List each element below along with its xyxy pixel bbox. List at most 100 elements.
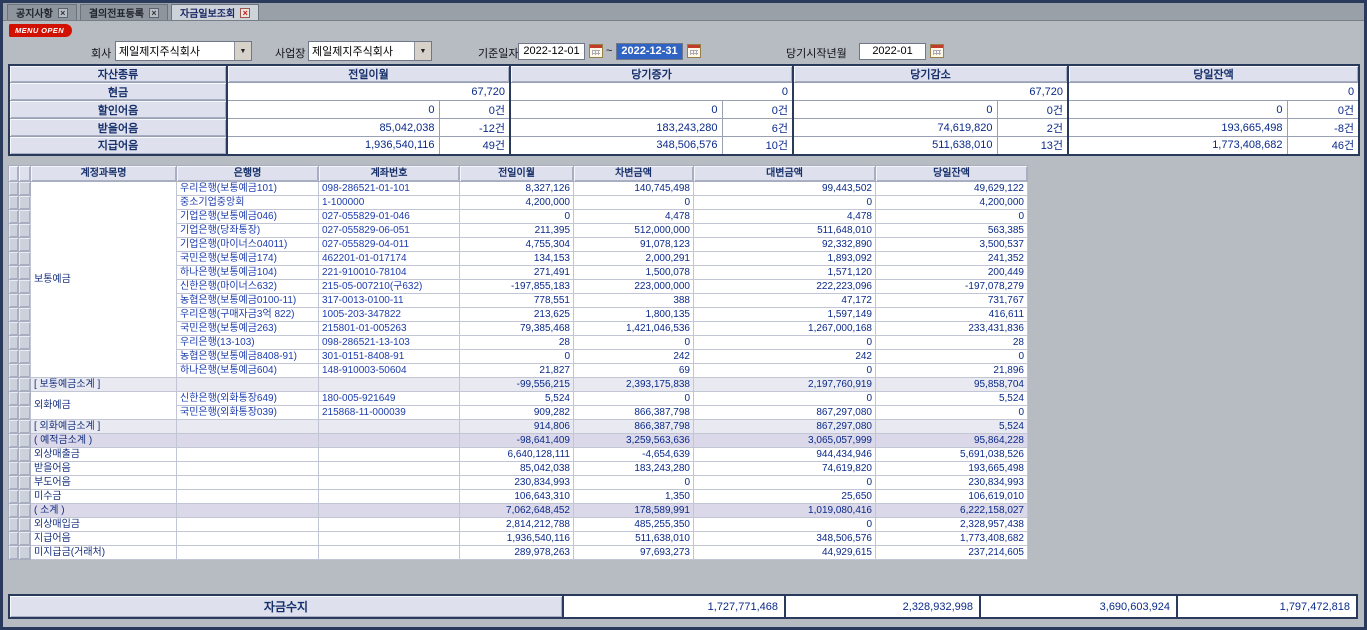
tab-close-icon[interactable]: × bbox=[240, 8, 250, 18]
row-indicator[interactable] bbox=[9, 196, 19, 210]
tab-close-icon[interactable]: × bbox=[149, 8, 159, 18]
row-indicator[interactable] bbox=[9, 350, 19, 364]
row-indicator[interactable] bbox=[19, 280, 31, 294]
amount-cell: 1,597,149 bbox=[694, 308, 876, 322]
row-indicator[interactable] bbox=[9, 392, 19, 406]
amount-cell: 134,153 bbox=[460, 252, 574, 266]
row-indicator[interactable] bbox=[19, 448, 31, 462]
row-indicator[interactable] bbox=[19, 336, 31, 350]
tab-fund-daily-report[interactable]: 자금일보조회× bbox=[171, 4, 259, 20]
row-indicator[interactable] bbox=[9, 420, 19, 434]
bank-name-cell bbox=[177, 448, 319, 462]
detail-row: [ 보통예금소계 ]-99,556,2152,393,175,8382,197,… bbox=[9, 378, 1028, 392]
row-indicator[interactable] bbox=[9, 406, 19, 420]
site-label: 사업장 bbox=[275, 45, 305, 61]
amount-cell: 3,259,563,636 bbox=[574, 434, 694, 448]
bank-name-cell: 하나은행(보통예금104) bbox=[177, 266, 319, 280]
column-header: 차변금액 bbox=[574, 166, 694, 182]
row-indicator[interactable] bbox=[19, 196, 31, 210]
row-indicator[interactable] bbox=[9, 462, 19, 476]
row-indicator[interactable] bbox=[19, 392, 31, 406]
row-indicator[interactable] bbox=[19, 434, 31, 448]
calendar-icon[interactable] bbox=[930, 44, 944, 58]
row-indicator[interactable] bbox=[19, 490, 31, 504]
row-indicator[interactable] bbox=[9, 266, 19, 280]
row-indicator[interactable] bbox=[19, 476, 31, 490]
row-indicator[interactable] bbox=[19, 238, 31, 252]
row-indicator[interactable] bbox=[9, 280, 19, 294]
row-indicator[interactable] bbox=[19, 224, 31, 238]
tab-notice[interactable]: 공지사항× bbox=[7, 4, 77, 20]
amount-cell: 2,328,957,438 bbox=[876, 518, 1028, 532]
amount-cell: 0 bbox=[876, 406, 1028, 420]
row-indicator[interactable] bbox=[9, 210, 19, 224]
bank-name-cell: 우리은행(13-103) bbox=[177, 336, 319, 350]
row-indicator[interactable] bbox=[9, 322, 19, 336]
row-indicator-header bbox=[9, 166, 19, 182]
menu-open-button[interactable]: MENU OPEN bbox=[9, 24, 72, 37]
amount-cell: 1,800,135 bbox=[574, 308, 694, 322]
row-indicator[interactable] bbox=[9, 532, 19, 546]
row-indicator[interactable] bbox=[9, 504, 19, 518]
row-indicator[interactable] bbox=[19, 546, 31, 560]
row-indicator[interactable] bbox=[19, 518, 31, 532]
row-indicator[interactable] bbox=[19, 308, 31, 322]
calendar-icon[interactable] bbox=[589, 44, 603, 58]
account-number-cell: 215801-01-005263 bbox=[319, 322, 460, 336]
row-indicator[interactable] bbox=[19, 252, 31, 266]
footer-amount-cell: 2,328,932,998 bbox=[786, 596, 979, 617]
row-indicator[interactable] bbox=[19, 350, 31, 364]
row-indicator[interactable] bbox=[19, 294, 31, 308]
amount-cell: 4,200,000 bbox=[460, 196, 574, 210]
start-month-input[interactable]: 2022-01 bbox=[859, 43, 926, 60]
date-from-input[interactable]: 2022-12-01 bbox=[518, 43, 585, 60]
account-number-cell bbox=[319, 546, 460, 560]
amount-cell: 909,282 bbox=[460, 406, 574, 420]
amount-cell: 95,864,228 bbox=[876, 434, 1028, 448]
column-header: 계정과목명 bbox=[31, 166, 177, 182]
count-cell: 46건 bbox=[1287, 137, 1359, 155]
chevron-down-icon[interactable]: ▼ bbox=[234, 42, 251, 60]
row-indicator[interactable] bbox=[9, 518, 19, 532]
tab-close-icon[interactable]: × bbox=[58, 8, 68, 18]
row-indicator[interactable] bbox=[19, 420, 31, 434]
row-indicator[interactable] bbox=[9, 364, 19, 378]
row-indicator[interactable] bbox=[9, 448, 19, 462]
detail-row: ( 예적금소계 )-98,641,4093,259,563,6363,065,0… bbox=[9, 434, 1028, 448]
row-indicator[interactable] bbox=[19, 462, 31, 476]
date-to-input[interactable]: 2022-12-31 bbox=[616, 43, 683, 60]
row-indicator[interactable] bbox=[9, 434, 19, 448]
row-indicator[interactable] bbox=[19, 378, 31, 392]
row-indicator[interactable] bbox=[19, 406, 31, 420]
row-indicator[interactable] bbox=[19, 504, 31, 518]
row-indicator[interactable] bbox=[19, 210, 31, 224]
amount-cell: 3,065,057,999 bbox=[694, 434, 876, 448]
row-indicator[interactable] bbox=[9, 476, 19, 490]
amount-cell: 0 bbox=[460, 350, 574, 364]
row-indicator[interactable] bbox=[19, 532, 31, 546]
bank-name-cell bbox=[177, 504, 319, 518]
site-select[interactable]: 제일제지주식회사 ▼ bbox=[308, 41, 432, 61]
row-indicator[interactable] bbox=[19, 322, 31, 336]
row-indicator[interactable] bbox=[19, 364, 31, 378]
row-indicator[interactable] bbox=[9, 336, 19, 350]
amount-cell: 1,571,120 bbox=[694, 266, 876, 280]
company-select[interactable]: 제일제지주식회사 ▼ bbox=[115, 41, 252, 61]
row-indicator[interactable] bbox=[9, 238, 19, 252]
company-label: 회사 bbox=[91, 45, 111, 61]
amount-cell: 485,255,350 bbox=[574, 518, 694, 532]
calendar-icon[interactable] bbox=[687, 44, 701, 58]
row-indicator[interactable] bbox=[9, 490, 19, 504]
row-indicator[interactable] bbox=[9, 224, 19, 238]
row-indicator[interactable] bbox=[9, 182, 19, 196]
row-indicator[interactable] bbox=[9, 378, 19, 392]
row-indicator[interactable] bbox=[9, 546, 19, 560]
row-indicator[interactable] bbox=[9, 308, 19, 322]
chevron-down-icon[interactable]: ▼ bbox=[414, 42, 431, 60]
row-indicator[interactable] bbox=[19, 182, 31, 196]
row-indicator[interactable] bbox=[9, 252, 19, 266]
row-indicator[interactable] bbox=[9, 294, 19, 308]
row-indicator[interactable] bbox=[19, 266, 31, 280]
tab-voucher-entry[interactable]: 결의전표등록× bbox=[80, 4, 168, 20]
amount-cell: 1,421,046,536 bbox=[574, 322, 694, 336]
